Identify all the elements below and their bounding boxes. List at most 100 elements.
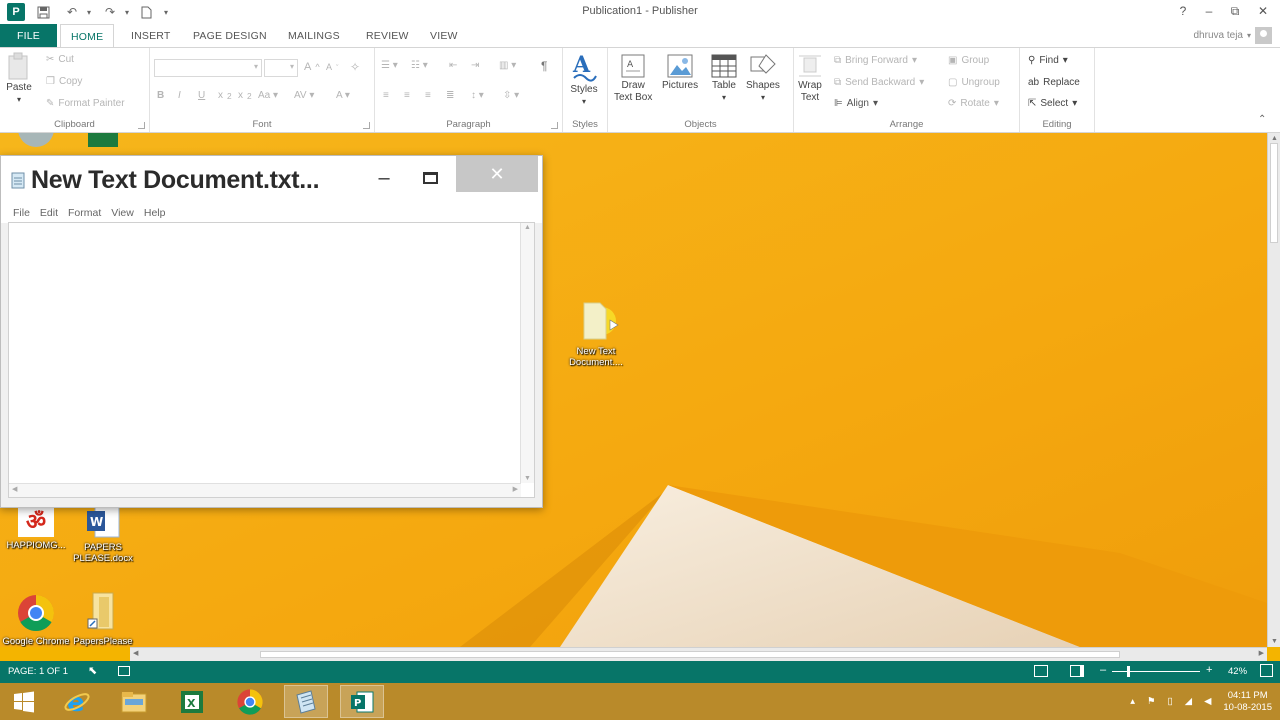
page-indicator[interactable]: PAGE: 1 OF 1 [8,666,68,677]
align-right-button[interactable]: ≡ [425,90,431,101]
taskbar-file-explorer[interactable] [112,685,156,718]
bring-forward-button[interactable]: ⧉ Bring Forward ▾ [834,55,917,66]
font-color-button[interactable]: A ▾ [336,90,350,101]
notepad-scroll-up-icon[interactable]: ▲ [524,224,531,231]
table-button[interactable]: Table ▾ [710,52,738,104]
columns-button[interactable]: ▥ ▾ [499,60,516,71]
start-button[interactable] [2,685,46,718]
close-button[interactable]: ✕ [1252,2,1274,20]
bold-button[interactable]: B [157,90,164,101]
find-button[interactable]: ⚲ Find ▾ [1028,55,1068,66]
zoom-in-icon[interactable]: + [1206,664,1212,676]
grow-font-button[interactable]: A ^ [304,61,320,73]
tab-home[interactable]: HOME [60,24,115,48]
format-painter-button[interactable]: ✎ Format Painter [46,98,125,109]
zoom-out-icon[interactable]: – [1100,664,1106,676]
numbering-button[interactable]: ☷ ▾ [411,60,428,71]
scroll-down-icon[interactable]: ▼ [1271,638,1278,645]
shrink-font-button[interactable]: Aˇ [326,62,339,72]
zoom-slider-thumb[interactable] [1127,666,1130,677]
italic-button[interactable]: I [178,90,181,101]
scroll-right-icon[interactable]: ▶ [1259,649,1264,657]
line-spacing-button[interactable]: ↕ ▾ [471,90,484,101]
wrap-text-button[interactable]: Wrap Text [797,52,823,104]
increase-indent-button[interactable]: ⇥ [471,60,479,71]
google-chrome-icon[interactable]: Google Chrome [0,593,72,647]
notepad-text-area[interactable]: ▲ ▼ ◀ ▶ [8,222,535,498]
tab-review[interactable]: REVIEW [356,24,419,47]
scroll-up-icon[interactable]: ▲ [1271,135,1278,142]
tab-page-design[interactable]: PAGE DESIGN [183,24,277,47]
send-backward-button[interactable]: ⧉ Send Backward ▾ [834,77,924,88]
clipboard-launcher-icon[interactable] [138,122,145,129]
rotate-button[interactable]: ⟳ Rotate ▾ [948,98,999,109]
superscript-button[interactable]: x2 [238,90,252,101]
tab-insert[interactable]: INSERT [121,24,181,47]
notepad-scroll-left-icon[interactable]: ◀ [12,485,17,493]
restore-button[interactable]: ⧉ [1224,2,1246,20]
clock[interactable]: 04:11 PM 10-08-2015 [1223,690,1272,714]
styles-button[interactable]: A Styles ▾ [570,52,598,108]
taskbar-excel[interactable]: X [170,685,214,718]
font-size-combo[interactable] [264,59,298,77]
menu-file[interactable]: File [13,207,30,219]
paragraph-launcher-icon[interactable] [551,122,558,129]
battery-icon[interactable]: ▯ [1168,696,1173,707]
fit-page-icon[interactable] [1260,664,1273,677]
collapse-ribbon-icon[interactable]: ⌃ [1258,114,1266,125]
notepad-title-bar[interactable]: New Text Document.txt... – ✕ [1,156,542,202]
horizontal-scroll-thumb[interactable] [260,651,1120,658]
group-button[interactable]: ▣ Group [948,55,989,66]
bullets-button[interactable]: ☰ ▾ [381,60,398,71]
taskbar-publisher[interactable]: P [340,685,384,718]
menu-help[interactable]: Help [144,207,166,219]
notepad-maximize-button[interactable] [415,166,445,190]
menu-edit[interactable]: Edit [40,207,58,219]
menu-format[interactable]: Format [68,207,101,219]
minimize-button[interactable]: – [1198,2,1220,20]
align-left-button[interactable]: ≡ [383,90,389,101]
single-page-view-icon[interactable] [1034,665,1048,677]
show-formatting-marks-button[interactable]: ¶ [541,59,547,73]
word-document-icon[interactable]: W PAPERS PLEASE.docx [67,505,139,564]
font-name-combo[interactable] [154,59,262,77]
select-button[interactable]: ⇱ Select ▾ [1028,98,1077,109]
justify-button[interactable]: ≣ [446,90,454,101]
user-account[interactable]: dhruva teja ▾ [1194,26,1272,44]
paperplease-shortcut-icon[interactable]: PapersPlease Shortcut [67,591,139,647]
help-button[interactable]: ? [1172,2,1194,20]
horizontal-scrollbar[interactable]: ◀ ▶ [130,647,1267,661]
font-launcher-icon[interactable] [363,122,370,129]
notepad-scroll-down-icon[interactable]: ▼ [524,475,531,482]
network-signal-icon[interactable]: ◢ [1185,696,1192,707]
tab-view[interactable]: VIEW [420,24,468,47]
show-hidden-icons-icon[interactable]: ▴ [1130,696,1135,707]
change-case-button[interactable]: Aa ▾ [258,90,278,101]
cut-button[interactable]: ✂ Cut [46,54,74,65]
vertical-scroll-thumb[interactable] [1270,143,1278,243]
draw-text-box-button[interactable]: A Draw Text Box [614,52,652,104]
copy-button[interactable]: ❐ Copy [46,76,82,87]
menu-view[interactable]: View [111,207,134,219]
two-page-view-icon[interactable] [1070,665,1084,677]
zoom-level[interactable]: 42% [1228,666,1247,677]
vertical-scrollbar[interactable]: ▲ ▼ [1267,133,1280,647]
tab-mailings[interactable]: MAILINGS [278,24,350,47]
decrease-indent-button[interactable]: ⇤ [449,60,457,71]
taskbar-notepad[interactable] [284,685,328,718]
action-center-flag-icon[interactable]: ⚑ [1147,696,1156,707]
new-text-document-icon[interactable]: New Text Document.... [560,297,632,368]
paragraph-spacing-button[interactable]: ⇳ ▾ [503,90,519,101]
shapes-button[interactable]: Shapes ▾ [746,52,780,104]
align-center-button[interactable]: ≡ [404,90,410,101]
tab-file[interactable]: FILE [0,24,57,47]
notepad-minimize-button[interactable]: – [369,166,399,190]
notepad-close-button[interactable]: ✕ [456,156,538,192]
paste-button[interactable]: Paste ▾ [6,52,32,106]
pictures-button[interactable]: Pictures [662,52,698,92]
subscript-button[interactable]: x2 [218,90,232,101]
notepad-scroll-right-icon[interactable]: ▶ [513,485,518,493]
underline-button[interactable]: U [198,90,205,101]
notepad-vertical-scrollbar[interactable]: ▲ ▼ [520,223,534,483]
ungroup-button[interactable]: ▢ Ungroup [948,77,1000,88]
